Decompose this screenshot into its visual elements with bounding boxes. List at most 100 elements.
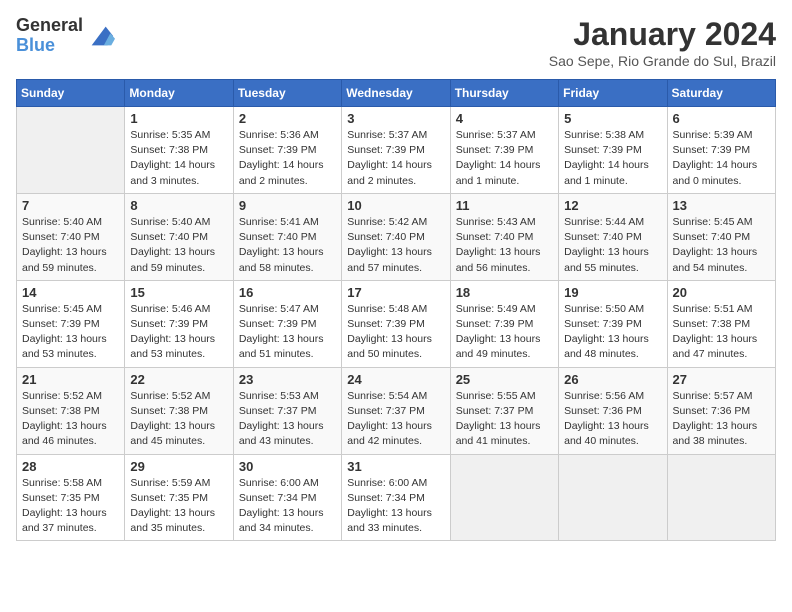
header-cell-wednesday: Wednesday: [342, 80, 450, 107]
day-number: 17: [347, 285, 444, 300]
day-number: 28: [22, 459, 119, 474]
day-info: Sunrise: 5:56 AM Sunset: 7:36 PM Dayligh…: [564, 389, 661, 450]
day-cell: 21 Sunrise: 5:52 AM Sunset: 7:38 PM Dayli…: [17, 367, 125, 454]
day-number: 2: [239, 111, 336, 126]
day-cell: 2 Sunrise: 5:36 AM Sunset: 7:39 PM Daylig…: [233, 107, 341, 194]
header-cell-sunday: Sunday: [17, 80, 125, 107]
day-info: Sunrise: 5:59 AM Sunset: 7:35 PM Dayligh…: [130, 476, 227, 537]
week-row-4: 21 Sunrise: 5:52 AM Sunset: 7:38 PM Dayli…: [17, 367, 776, 454]
day-info: Sunrise: 6:00 AM Sunset: 7:34 PM Dayligh…: [239, 476, 336, 537]
day-info: Sunrise: 5:45 AM Sunset: 7:39 PM Dayligh…: [22, 302, 119, 363]
day-info: Sunrise: 5:52 AM Sunset: 7:38 PM Dayligh…: [130, 389, 227, 450]
day-number: 27: [673, 372, 770, 387]
day-cell: 15 Sunrise: 5:46 AM Sunset: 7:39 PM Dayli…: [125, 280, 233, 367]
day-number: 29: [130, 459, 227, 474]
day-number: 7: [22, 198, 119, 213]
day-number: 30: [239, 459, 336, 474]
day-info: Sunrise: 5:45 AM Sunset: 7:40 PM Dayligh…: [673, 215, 770, 276]
day-info: Sunrise: 5:47 AM Sunset: 7:39 PM Dayligh…: [239, 302, 336, 363]
day-cell: 24 Sunrise: 5:54 AM Sunset: 7:37 PM Dayli…: [342, 367, 450, 454]
header-cell-monday: Monday: [125, 80, 233, 107]
day-number: 4: [456, 111, 553, 126]
day-info: Sunrise: 5:41 AM Sunset: 7:40 PM Dayligh…: [239, 215, 336, 276]
day-number: 22: [130, 372, 227, 387]
week-row-1: 1 Sunrise: 5:35 AM Sunset: 7:38 PM Daylig…: [17, 107, 776, 194]
day-cell: 19 Sunrise: 5:50 AM Sunset: 7:39 PM Dayli…: [559, 280, 667, 367]
day-cell: 26 Sunrise: 5:56 AM Sunset: 7:36 PM Dayli…: [559, 367, 667, 454]
day-number: 25: [456, 372, 553, 387]
day-number: 12: [564, 198, 661, 213]
day-cell: [450, 454, 558, 541]
day-number: 13: [673, 198, 770, 213]
day-cell: 18 Sunrise: 5:49 AM Sunset: 7:39 PM Dayli…: [450, 280, 558, 367]
day-cell: 3 Sunrise: 5:37 AM Sunset: 7:39 PM Daylig…: [342, 107, 450, 194]
day-number: 14: [22, 285, 119, 300]
day-cell: 29 Sunrise: 5:59 AM Sunset: 7:35 PM Dayli…: [125, 454, 233, 541]
day-cell: 25 Sunrise: 5:55 AM Sunset: 7:37 PM Dayli…: [450, 367, 558, 454]
calendar-title: January 2024: [549, 16, 776, 53]
day-info: Sunrise: 5:35 AM Sunset: 7:38 PM Dayligh…: [130, 128, 227, 189]
day-number: 9: [239, 198, 336, 213]
day-cell: 9 Sunrise: 5:41 AM Sunset: 7:40 PM Daylig…: [233, 193, 341, 280]
day-number: 16: [239, 285, 336, 300]
day-cell: 31 Sunrise: 6:00 AM Sunset: 7:34 PM Dayli…: [342, 454, 450, 541]
day-info: Sunrise: 5:44 AM Sunset: 7:40 PM Dayligh…: [564, 215, 661, 276]
week-row-3: 14 Sunrise: 5:45 AM Sunset: 7:39 PM Dayli…: [17, 280, 776, 367]
day-number: 18: [456, 285, 553, 300]
day-cell: 20Sunrise: 5:51 AM Sunset: 7:38 PM Dayli…: [667, 280, 775, 367]
day-number: 19: [564, 285, 661, 300]
day-info: Sunrise: 5:51 AM Sunset: 7:38 PM Dayligh…: [673, 302, 770, 363]
day-info: Sunrise: 5:52 AM Sunset: 7:38 PM Dayligh…: [22, 389, 119, 450]
day-cell: [559, 454, 667, 541]
day-info: Sunrise: 5:54 AM Sunset: 7:37 PM Dayligh…: [347, 389, 444, 450]
day-number: 1: [130, 111, 227, 126]
day-number: 15: [130, 285, 227, 300]
day-cell: 13 Sunrise: 5:45 AM Sunset: 7:40 PM Dayli…: [667, 193, 775, 280]
day-cell: 14 Sunrise: 5:45 AM Sunset: 7:39 PM Dayli…: [17, 280, 125, 367]
day-info: Sunrise: 5:37 AM Sunset: 7:39 PM Dayligh…: [347, 128, 444, 189]
day-cell: 6 Sunrise: 5:39 AM Sunset: 7:39 PM Daylig…: [667, 107, 775, 194]
week-row-2: 7 Sunrise: 5:40 AM Sunset: 7:40 PM Daylig…: [17, 193, 776, 280]
day-number: 31: [347, 459, 444, 474]
day-cell: 16 Sunrise: 5:47 AM Sunset: 7:39 PM Dayli…: [233, 280, 341, 367]
day-info: Sunrise: 5:38 AM Sunset: 7:39 PM Dayligh…: [564, 128, 661, 189]
day-info: Sunrise: 5:40 AM Sunset: 7:40 PM Dayligh…: [22, 215, 119, 276]
logo-blue-text: Blue: [16, 36, 83, 56]
day-number: 26: [564, 372, 661, 387]
day-info: Sunrise: 5:58 AM Sunset: 7:35 PM Dayligh…: [22, 476, 119, 537]
day-info: Sunrise: 5:50 AM Sunset: 7:39 PM Dayligh…: [564, 302, 661, 363]
day-info: Sunrise: 5:55 AM Sunset: 7:37 PM Dayligh…: [456, 389, 553, 450]
day-number: 11: [456, 198, 553, 213]
day-number: 24: [347, 372, 444, 387]
day-cell: 5 Sunrise: 5:38 AM Sunset: 7:39 PM Daylig…: [559, 107, 667, 194]
day-number: 5: [564, 111, 661, 126]
day-info: Sunrise: 5:49 AM Sunset: 7:39 PM Dayligh…: [456, 302, 553, 363]
day-info: Sunrise: 5:39 AM Sunset: 7:39 PM Dayligh…: [673, 128, 770, 189]
day-cell: 17 Sunrise: 5:48 AM Sunset: 7:39 PM Dayli…: [342, 280, 450, 367]
week-row-5: 28 Sunrise: 5:58 AM Sunset: 7:35 PM Dayli…: [17, 454, 776, 541]
day-cell: 4Sunrise: 5:37 AM Sunset: 7:39 PM Daylig…: [450, 107, 558, 194]
day-cell: 28 Sunrise: 5:58 AM Sunset: 7:35 PM Dayli…: [17, 454, 125, 541]
day-info: Sunrise: 5:36 AM Sunset: 7:39 PM Dayligh…: [239, 128, 336, 189]
day-info: Sunrise: 5:42 AM Sunset: 7:40 PM Dayligh…: [347, 215, 444, 276]
day-info: Sunrise: 5:53 AM Sunset: 7:37 PM Dayligh…: [239, 389, 336, 450]
calendar-subtitle: Sao Sepe, Rio Grande do Sul, Brazil: [549, 53, 776, 69]
header-cell-tuesday: Tuesday: [233, 80, 341, 107]
logo-general-text: General: [16, 16, 83, 36]
day-cell: 23Sunrise: 5:53 AM Sunset: 7:37 PM Dayli…: [233, 367, 341, 454]
calendar-table: SundayMondayTuesdayWednesdayThursdayFrid…: [16, 79, 776, 541]
day-number: 6: [673, 111, 770, 126]
day-info: Sunrise: 5:57 AM Sunset: 7:36 PM Dayligh…: [673, 389, 770, 450]
logo-icon: [87, 22, 115, 50]
logo: General Blue: [16, 16, 115, 56]
day-cell: 30 Sunrise: 6:00 AM Sunset: 7:34 PM Dayli…: [233, 454, 341, 541]
day-info: Sunrise: 5:46 AM Sunset: 7:39 PM Dayligh…: [130, 302, 227, 363]
day-number: 8: [130, 198, 227, 213]
day-number: 21: [22, 372, 119, 387]
day-number: 10: [347, 198, 444, 213]
day-info: Sunrise: 5:48 AM Sunset: 7:39 PM Dayligh…: [347, 302, 444, 363]
day-number: 3: [347, 111, 444, 126]
title-block: January 2024 Sao Sepe, Rio Grande do Sul…: [549, 16, 776, 69]
day-info: Sunrise: 5:43 AM Sunset: 7:40 PM Dayligh…: [456, 215, 553, 276]
day-info: Sunrise: 6:00 AM Sunset: 7:34 PM Dayligh…: [347, 476, 444, 537]
